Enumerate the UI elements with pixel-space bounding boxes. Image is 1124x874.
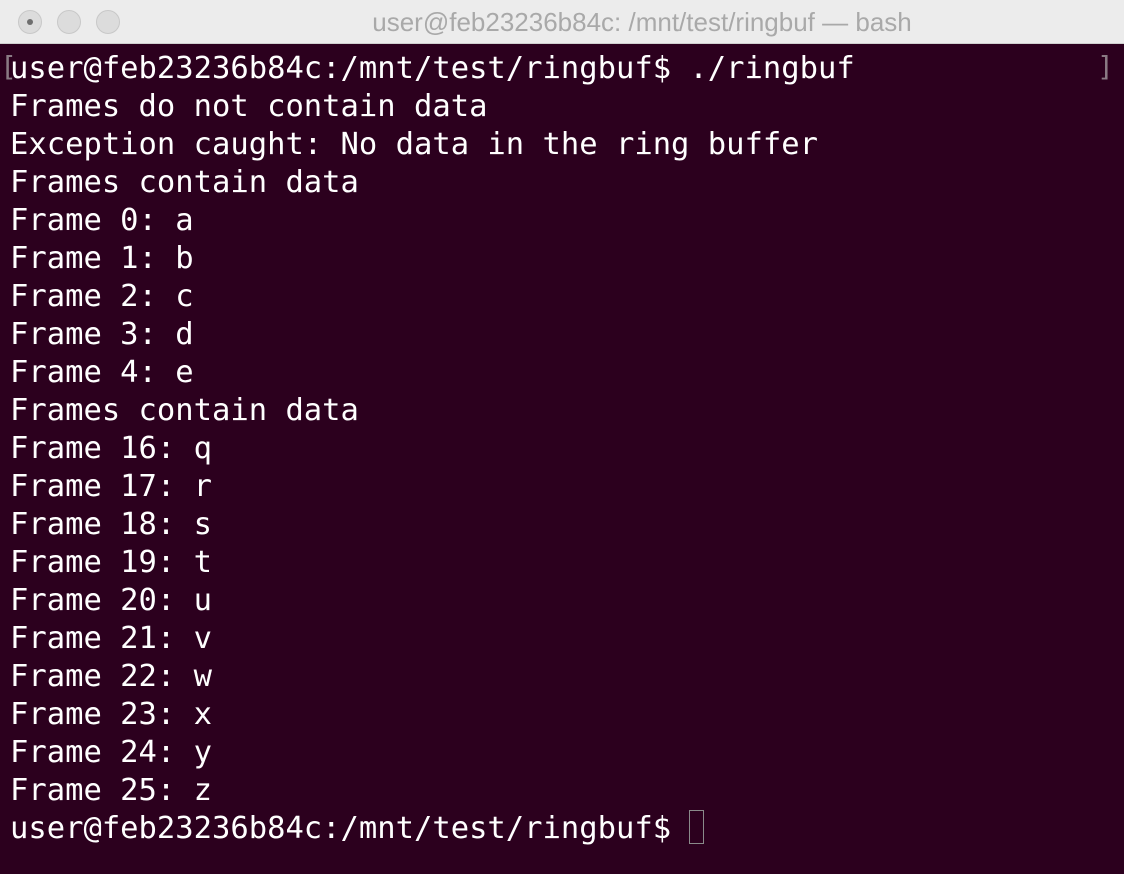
output-line: Frames contain data [10, 165, 359, 200]
title-bar[interactable]: user@feb23236b84c: /mnt/test/ringbuf — b… [0, 0, 1124, 44]
terminal-window: user@feb23236b84c: /mnt/test/ringbuf — b… [0, 0, 1124, 874]
output-line: Frame 18: s [10, 507, 212, 542]
shell-prompt: user@feb23236b84c:/mnt/test/ringbuf$ [10, 811, 672, 846]
text-cursor [689, 810, 705, 844]
output-line: Frame 2: c [10, 279, 194, 314]
output-line: Exception caught: No data in the ring bu… [10, 127, 818, 162]
output-line: Frame 4: e [10, 355, 194, 390]
command-line: user@feb23236b84c:/mnt/test/ringbuf$ ./r… [10, 51, 855, 86]
output-line: Frame 21: v [10, 621, 212, 656]
output-line: Frame 19: t [10, 545, 212, 580]
output-line: Frames contain data [10, 393, 359, 428]
output-line: Frame 17: r [10, 469, 212, 504]
output-line: Frame 20: u [10, 583, 212, 618]
output-line: Frame 23: x [10, 697, 212, 732]
output-line: Frame 1: b [10, 241, 194, 276]
output-line: Frame 0: a [10, 203, 194, 238]
output-line: Frame 16: q [10, 431, 212, 466]
terminal-content[interactable]: user@feb23236b84c:/mnt/test/ringbuf$ ./r… [0, 47, 1124, 874]
output-line: Frame 22: w [10, 659, 212, 694]
output-line: Frame 24: y [10, 735, 212, 770]
window-title: user@feb23236b84c: /mnt/test/ringbuf — b… [372, 7, 912, 37]
output-line: Frames do not contain data [10, 89, 488, 124]
output-line: Frame 25: z [10, 773, 212, 808]
prompt-line[interactable]: user@feb23236b84c:/mnt/test/ringbuf$ [10, 810, 1124, 848]
output-line: Frame 3: d [10, 317, 194, 352]
output-block: Frames do not contain data Exception cau… [10, 88, 1124, 810]
